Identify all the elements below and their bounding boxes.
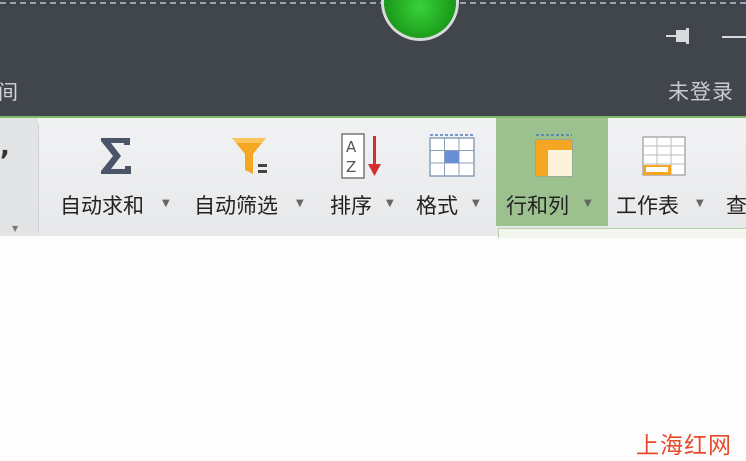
format-button[interactable]: 格式 ▼ xyxy=(414,118,492,226)
svg-text:Z: Z xyxy=(346,158,356,176)
sort-az-icon: A Z xyxy=(341,133,381,179)
find-button[interactable]: 查 xyxy=(722,118,746,226)
pin-icon[interactable] xyxy=(664,26,694,46)
rows-columns-button[interactable]: 行和列 ▼ xyxy=(496,118,608,226)
autosum-label: 自动求和 xyxy=(60,194,144,218)
chevron-down-icon[interactable]: ▼ xyxy=(584,198,592,209)
svg-text:A: A xyxy=(346,138,357,156)
menu-tab-fragment[interactable]: 间 xyxy=(0,76,18,105)
worksheet-label: 工作表 xyxy=(616,194,679,218)
minimize-icon[interactable] xyxy=(722,36,746,38)
chevron-down-icon[interactable]: ▼ xyxy=(296,198,304,209)
chevron-down-icon[interactable]: ▼ xyxy=(696,198,704,209)
title-bar: 间 未登录 xyxy=(0,0,746,116)
chevron-down-icon[interactable]: ▼ xyxy=(12,224,18,233)
autofilter-label: 自动筛选 xyxy=(194,194,278,218)
autosum-button[interactable]: 自动求和 ▼ xyxy=(56,118,180,226)
watermark: 上海红网 xyxy=(636,433,732,459)
worksheet-button[interactable]: 工作表 ▼ xyxy=(612,118,712,226)
sort-button[interactable]: A Z 排序 ▼ xyxy=(326,118,404,226)
funnel-filter-icon xyxy=(232,138,267,174)
comma-style-icon[interactable]: , xyxy=(0,132,10,162)
find-label: 查 xyxy=(726,194,746,218)
ribbon-separator xyxy=(38,124,39,232)
sheet-content-area xyxy=(0,238,746,461)
worksheet-icon xyxy=(642,136,686,176)
login-status[interactable]: 未登录 xyxy=(668,76,734,106)
chevron-down-icon[interactable]: ▼ xyxy=(162,198,170,209)
sigma-icon xyxy=(101,138,131,174)
sort-label: 排序 xyxy=(330,194,372,218)
rows-columns-label: 行和列 xyxy=(506,194,569,218)
format-label: 格式 xyxy=(416,194,458,218)
ribbon-left-fragment: , ▼ xyxy=(0,118,38,236)
ribbon-toolbar: , ▼ 自动求和 ▼ 自动筛选 ▼ A Z 排序 ▼ 格式 ▼ 行和列 ▼ 工作… xyxy=(0,118,746,236)
chevron-down-icon[interactable]: ▼ xyxy=(472,198,480,209)
app-logo-orb[interactable] xyxy=(384,0,456,38)
cell-format-icon xyxy=(429,134,475,177)
rows-columns-icon xyxy=(535,134,573,177)
autofilter-button[interactable]: 自动筛选 ▼ xyxy=(190,118,314,226)
chevron-down-icon[interactable]: ▼ xyxy=(386,198,394,209)
